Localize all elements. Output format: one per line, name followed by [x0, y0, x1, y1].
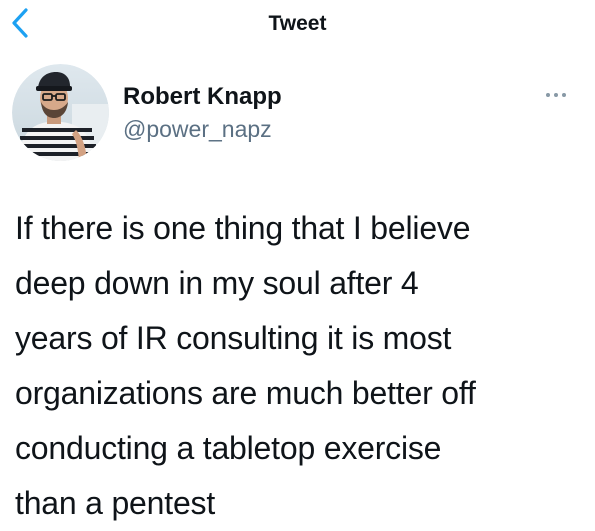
tweet-text-line: conducting a tabletop exercise	[15, 430, 442, 466]
tweet-text: If there is one thing that I believe dee…	[15, 201, 580, 531]
tweet-text-line: If there is one thing that I believe	[15, 210, 471, 246]
user-handle[interactable]: @power_napz	[123, 116, 272, 143]
nav-bar: Tweet	[0, 0, 595, 52]
tweet-text-line: than a pentest	[15, 485, 216, 521]
tweet-text-line: deep down in my soul after 4	[15, 265, 419, 301]
tweet-text-line: organizations are much better off	[15, 375, 476, 411]
more-options-button[interactable]	[539, 87, 573, 103]
avatar-photo	[12, 64, 109, 161]
ellipsis-icon	[546, 93, 566, 97]
tweet-text-line: years of IR consulting it is most	[15, 320, 452, 356]
page-title: Tweet	[268, 12, 327, 35]
tweet-author: Robert Knapp @power_napz	[12, 64, 583, 164]
display-name[interactable]: Robert Knapp	[123, 83, 282, 111]
avatar[interactable]	[12, 64, 109, 161]
